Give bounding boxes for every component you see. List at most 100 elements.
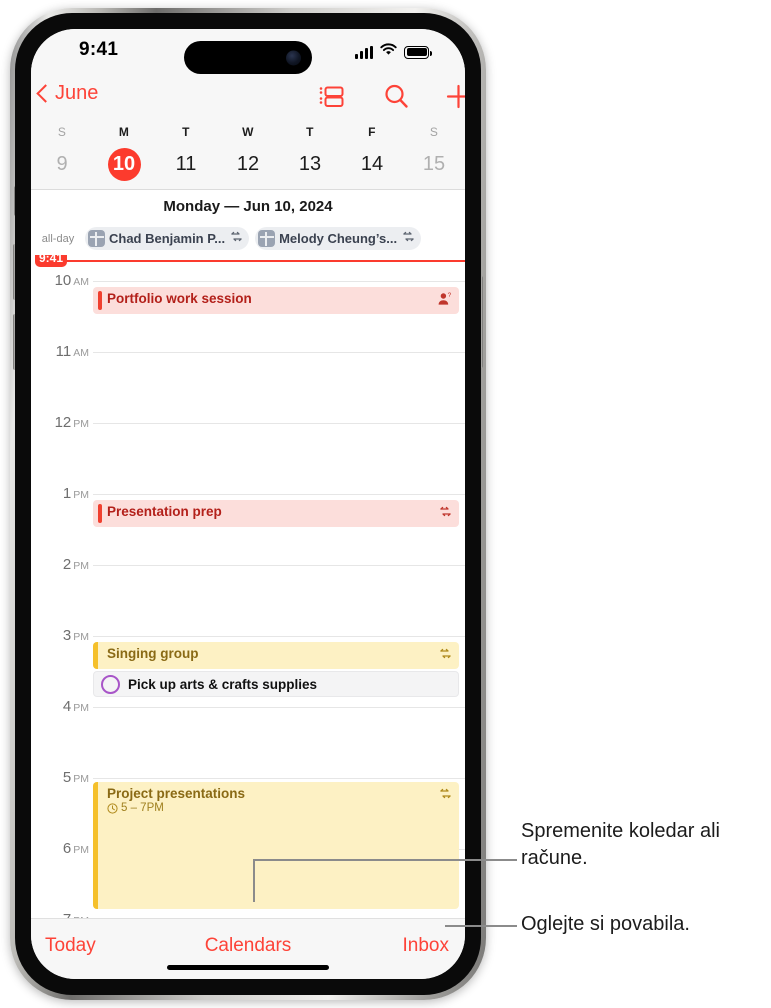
week-day-letter: S xyxy=(57,125,67,139)
week-day-9[interactable]: S9 xyxy=(31,121,93,189)
reminder-item[interactable]: Pick up arts & crafts supplies xyxy=(93,671,459,697)
week-day-11[interactable]: T 11 xyxy=(155,121,217,189)
callout-inbox: Oglejte si povabila. xyxy=(521,913,690,935)
circle-unchecked-icon[interactable] xyxy=(101,674,120,694)
current-time-line xyxy=(59,260,465,262)
day-header-title: Monday — Jun 10, 2024 xyxy=(163,197,333,215)
hour-row[interactable]: 11 AM xyxy=(31,343,465,423)
dynamic-island xyxy=(184,41,312,74)
week-day-12[interactable]: W 12 xyxy=(217,121,279,189)
week-day-number[interactable]: 11 xyxy=(170,148,203,181)
hour-gridline xyxy=(93,565,465,566)
all-day-event-title: Chad Benjamin P... xyxy=(109,231,226,246)
all-day-row: all-day Chad Benjamin P... Melody Cheung’… xyxy=(31,222,465,256)
hour-label: 6 PM xyxy=(62,840,89,857)
week-strip: S 9 M 10 T 11 W 12 T 13 F 14 S 15 xyxy=(31,121,465,190)
list-view-icon[interactable] xyxy=(317,81,348,117)
event-title: Portfolio work session xyxy=(107,291,252,306)
event-time-range: 5 – 7PM xyxy=(107,802,164,814)
week-day-number-selected[interactable]: 10 xyxy=(107,148,141,181)
tab-calendars[interactable]: Calendars xyxy=(205,935,292,957)
week-day-letter: F xyxy=(368,125,376,139)
callout-calendars: Spremenite koledar ali račune. xyxy=(521,820,720,869)
hour-gridline xyxy=(93,423,465,424)
hour-label: 12 PM xyxy=(54,414,89,431)
week-day-14[interactable]: F 14 xyxy=(341,121,403,189)
event-color-bar xyxy=(98,504,102,523)
calendar-event[interactable]: Presentation prep xyxy=(93,500,459,527)
event-title: Presentation prep xyxy=(107,504,222,519)
hour-label: 1 PM xyxy=(62,485,89,502)
gift-icon xyxy=(258,230,276,247)
status-bar: 9:41 xyxy=(31,29,465,77)
hour-gridline xyxy=(93,352,465,353)
all-day-label: all-day xyxy=(41,232,75,245)
week-day-letter: W xyxy=(242,125,254,139)
reminder-title: Pick up arts & crafts supplies xyxy=(128,676,318,692)
hour-gridline xyxy=(93,281,465,282)
hour-label: 5 PM xyxy=(62,769,89,786)
back-to-june-button[interactable]: June xyxy=(36,82,99,105)
week-day-number[interactable]: 13 xyxy=(294,148,327,181)
navigation-bar: June xyxy=(31,77,465,121)
person-invite-icon: ? xyxy=(438,292,452,311)
hour-row[interactable]: 4 PM xyxy=(31,698,465,778)
hour-gridline xyxy=(93,636,465,637)
calendar-event[interactable]: Project presentations 5 – 7PM xyxy=(93,782,459,909)
event-color-bar xyxy=(93,782,98,909)
week-day-letter: M xyxy=(118,125,130,139)
repeat-icon xyxy=(402,230,415,248)
hour-row[interactable]: 12 PM xyxy=(31,414,465,494)
phone-frame: 9:41 June S 9 M 10 T 11 W 12 T 13 F 14 S… xyxy=(10,8,486,1000)
week-day-number[interactable]: 9 xyxy=(46,148,79,181)
current-time-label: 9:41 xyxy=(35,255,68,267)
clock-icon xyxy=(107,802,118,814)
day-timeline[interactable]: 10AM11AM12PM1PM2PM3PM4PM5PM6PM7PM9:41Por… xyxy=(31,255,465,919)
all-day-event-chip[interactable]: Chad Benjamin P... xyxy=(85,227,250,250)
calendar-event[interactable]: Singing group xyxy=(93,642,459,669)
back-button-label: June xyxy=(55,82,99,104)
phone-bezel: 9:41 June S 9 M 10 T 11 W 12 T 13 F 14 S… xyxy=(15,13,481,995)
battery-icon xyxy=(404,45,432,59)
gift-icon xyxy=(88,230,105,247)
search-icon[interactable] xyxy=(381,81,412,117)
repeat-icon xyxy=(230,230,243,248)
all-day-event-chip[interactable]: Melody Cheung’s... xyxy=(255,227,422,250)
hour-label: 3 PM xyxy=(62,627,89,644)
callout-leader-horizontal-2 xyxy=(445,925,517,927)
hour-gridline xyxy=(93,494,465,495)
status-bar-indicators xyxy=(355,43,432,61)
all-day-event-title: Melody Cheung’s... xyxy=(279,231,398,246)
hour-row[interactable]: 2 PM xyxy=(31,556,465,636)
callout-leader-horizontal-1 xyxy=(253,859,517,861)
plus-icon[interactable] xyxy=(443,81,465,117)
event-title: Project presentations xyxy=(107,786,246,801)
week-day-13[interactable]: T 13 xyxy=(279,121,341,189)
signal-bars-icon xyxy=(355,45,373,59)
repeat-icon xyxy=(439,505,452,523)
repeat-icon xyxy=(439,787,452,805)
home-indicator[interactable] xyxy=(167,965,329,970)
tab-inbox[interactable]: Inbox xyxy=(403,935,449,957)
event-color-bar xyxy=(98,291,102,310)
week-day-10[interactable]: M 10 xyxy=(93,121,155,189)
calendar-event[interactable]: Portfolio work session? xyxy=(93,287,459,314)
front-camera-icon xyxy=(286,50,301,65)
week-day-number[interactable]: 14 xyxy=(356,148,389,181)
tab-today[interactable]: Today xyxy=(45,935,96,957)
repeat-icon xyxy=(439,647,452,665)
hour-label: 4 PM xyxy=(62,698,89,715)
week-day-15[interactable]: S 15 xyxy=(403,121,465,189)
all-day-events: Chad Benjamin P... Melody Cheung’s... xyxy=(85,227,427,250)
week-day-number[interactable]: 12 xyxy=(232,148,265,181)
event-title: Singing group xyxy=(107,646,199,661)
week-day-number[interactable]: 15 xyxy=(418,148,451,181)
callout-leader-vertical-1 xyxy=(253,859,255,902)
hour-label: 2 PM xyxy=(62,556,89,573)
wifi-icon xyxy=(380,43,397,61)
hour-label: 10 AM xyxy=(54,272,89,289)
status-bar-time: 9:41 xyxy=(79,39,119,60)
svg-text:?: ? xyxy=(448,292,452,299)
event-color-bar xyxy=(93,642,98,669)
week-day-letter: T xyxy=(182,125,190,139)
